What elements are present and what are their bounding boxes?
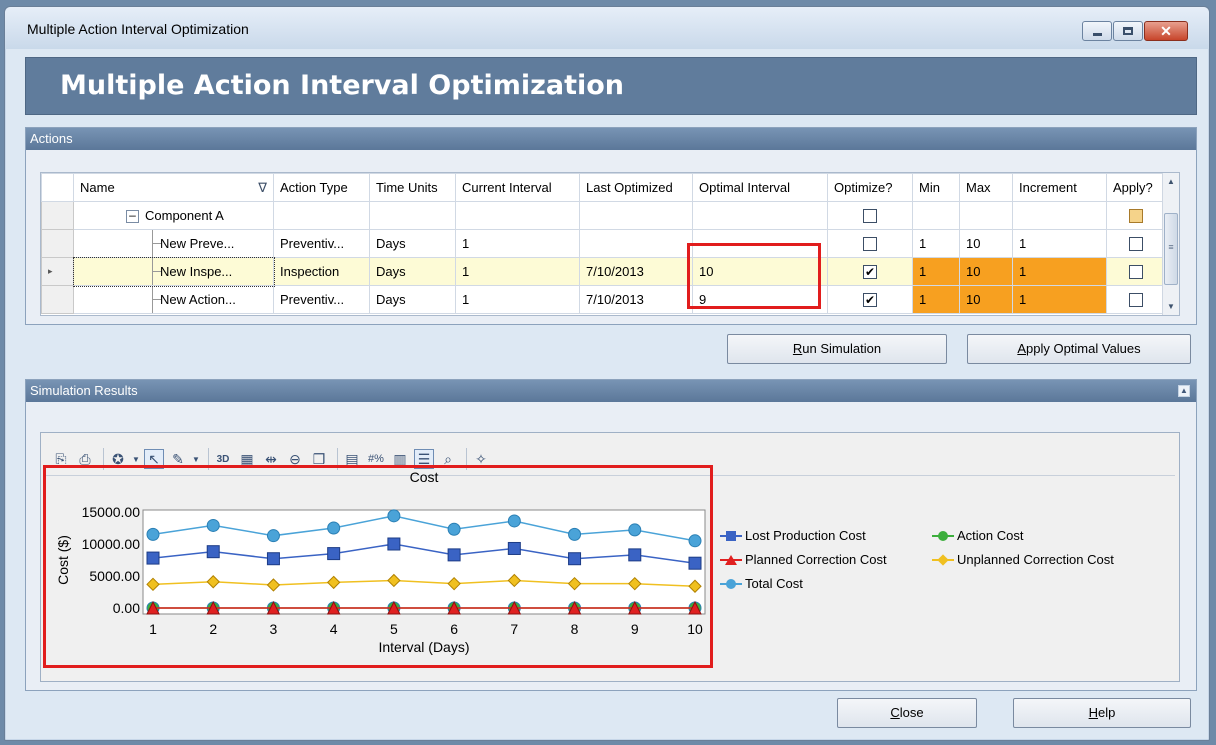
data-point bbox=[568, 527, 582, 541]
legend-item: Total Cost bbox=[720, 576, 803, 591]
legend-item: Action Cost bbox=[932, 528, 1023, 543]
legend-label: Planned Correction Cost bbox=[745, 552, 887, 567]
legend-label: Unplanned Correction Cost bbox=[957, 552, 1114, 567]
data-point bbox=[387, 537, 401, 551]
x-tick-label: 5 bbox=[390, 621, 398, 637]
legend-label: Action Cost bbox=[957, 528, 1024, 543]
x-tick-label: 3 bbox=[270, 621, 278, 637]
chart-title: Cost bbox=[410, 469, 439, 485]
y-tick-label: 5000.00 bbox=[89, 568, 140, 584]
y-axis-label: Cost ($) bbox=[55, 535, 71, 585]
data-point bbox=[387, 509, 401, 523]
legend-label: Lost Production Cost bbox=[745, 528, 866, 543]
triangle-marker-icon bbox=[720, 554, 742, 565]
data-point bbox=[447, 548, 461, 562]
data-point bbox=[146, 527, 160, 541]
y-tick-label: 0.00 bbox=[113, 600, 140, 616]
data-point bbox=[206, 518, 220, 532]
legend-item: Lost Production Cost bbox=[720, 528, 866, 543]
plot-area bbox=[142, 509, 706, 615]
x-tick-label: 2 bbox=[209, 621, 217, 637]
data-point bbox=[266, 552, 280, 566]
data-point bbox=[688, 556, 702, 570]
data-point bbox=[507, 541, 521, 555]
square-marker-icon bbox=[720, 530, 742, 541]
data-point bbox=[628, 548, 642, 562]
cost-chart: Cost Interval (Days) Cost ($) 0.00 5000.00 10… bbox=[55, 469, 706, 655]
legend-item: Unplanned Correction Cost bbox=[932, 552, 1114, 567]
legend-item: Planned Correction Cost bbox=[720, 552, 887, 567]
data-point bbox=[628, 523, 642, 537]
data-point bbox=[507, 514, 521, 528]
x-tick-label: 7 bbox=[510, 621, 518, 637]
x-axis-label: Interval (Days) bbox=[378, 639, 469, 655]
x-tick-label: 8 bbox=[571, 621, 579, 637]
y-tick-label: 15000.00 bbox=[82, 504, 141, 520]
y-tick-label: 10000.00 bbox=[82, 536, 141, 552]
x-tick-label: 4 bbox=[330, 621, 338, 637]
data-point bbox=[206, 545, 220, 559]
diamond-marker-icon bbox=[932, 553, 954, 566]
data-point bbox=[327, 521, 341, 535]
x-tick-label: 6 bbox=[450, 621, 458, 637]
x-tick-label: 10 bbox=[687, 621, 703, 637]
circle-marker-icon bbox=[932, 530, 954, 541]
data-point bbox=[447, 522, 461, 536]
data-point bbox=[688, 534, 702, 548]
data-point bbox=[266, 529, 280, 543]
x-tick-label: 1 bbox=[149, 621, 157, 637]
x-tick-label: 9 bbox=[631, 621, 639, 637]
data-point bbox=[146, 551, 160, 565]
legend-label: Total Cost bbox=[745, 576, 803, 591]
data-point bbox=[327, 547, 341, 561]
data-point bbox=[568, 552, 582, 566]
circle-marker-icon bbox=[720, 578, 742, 589]
